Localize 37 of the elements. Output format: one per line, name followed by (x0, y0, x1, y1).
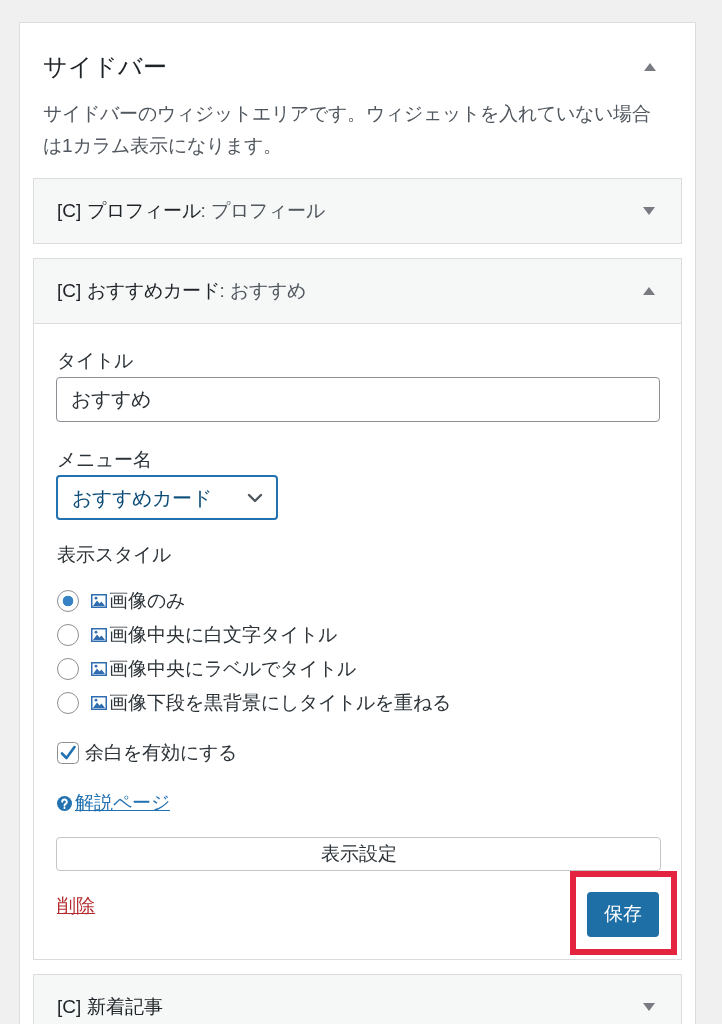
widget-header[interactable]: [C] 新着記事 (34, 975, 681, 1024)
triangle-up-icon[interactable] (644, 63, 656, 71)
widget-title: [C] おすすめカード: おすすめ (57, 281, 307, 301)
option-label: 画像のみ (109, 588, 185, 613)
checkbox[interactable] (57, 742, 79, 764)
title-input[interactable]: おすすめ (56, 377, 660, 422)
triangle-down-icon[interactable] (643, 1003, 655, 1011)
image-icon (91, 594, 107, 608)
widget-header[interactable]: [C] プロフィール: プロフィール (34, 179, 681, 243)
widget-title: [C] 新着記事 (57, 997, 163, 1017)
image-icon (91, 662, 107, 676)
widget-header[interactable]: [C] おすすめカード: おすすめ (34, 259, 681, 324)
help-link[interactable]: 解説ページ (75, 791, 170, 815)
triangle-up-icon[interactable] (643, 287, 655, 295)
group-label: 表示スタイル (57, 543, 172, 567)
save-button[interactable]: 保存 (587, 892, 659, 937)
field-label: タイトル (57, 349, 134, 373)
image-icon (91, 696, 107, 710)
checkbox-label: 余白を有効にする (85, 740, 237, 765)
radio-button[interactable] (57, 590, 79, 612)
radio-button[interactable] (57, 692, 79, 714)
option-label: 画像中央にラベルでタイトル (109, 656, 356, 681)
option-label: 画像中央に白文字タイトル (109, 622, 337, 647)
widget-title: [C] プロフィール: プロフィール (57, 201, 326, 221)
chevron-down-icon (247, 492, 263, 503)
delete-link[interactable]: 削除 (57, 894, 95, 918)
triangle-down-icon[interactable] (643, 207, 655, 215)
panel-title: サイドバー (43, 52, 167, 82)
menu-select[interactable]: おすすめカード (56, 475, 278, 520)
option-label: 画像下段を黒背景にしタイトルを重ねる (109, 690, 451, 715)
display-settings-button[interactable]: 表示設定 (56, 837, 661, 871)
panel-description: サイドバーのウィジットエリアです。ウィジェットを入れていない場合は1カラム表示になります。 (43, 102, 652, 158)
radio-button[interactable] (57, 624, 79, 646)
radio-button[interactable] (57, 658, 79, 680)
image-icon (91, 628, 107, 642)
help-icon (57, 795, 72, 811)
field-label: メニュー名 (57, 448, 153, 472)
